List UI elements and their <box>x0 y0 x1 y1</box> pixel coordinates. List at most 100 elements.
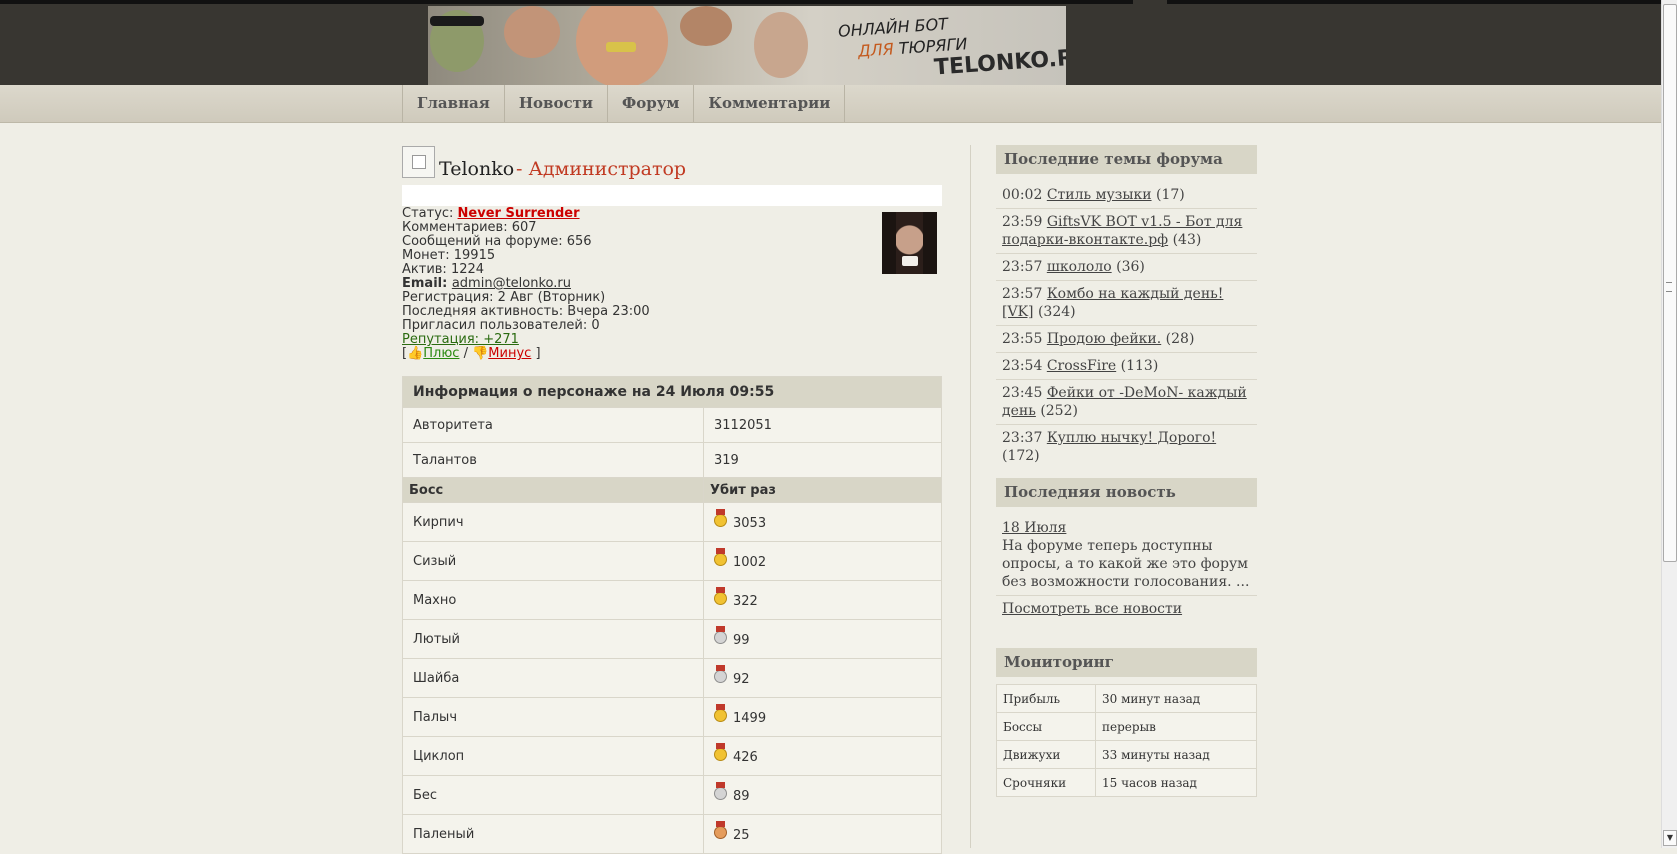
nav-comments[interactable]: Комментарии <box>693 85 846 122</box>
scrollbar-grip-icon <box>1666 282 1672 292</box>
topic-count: (43) <box>1172 232 1202 248</box>
top-border <box>0 0 1133 4</box>
site-banner[interactable]: ОНЛАЙН БОТ ДЛЯ ТЮРЯГИ TELONKO.RU <box>428 6 1066 85</box>
column-divider <box>970 145 971 848</box>
nav-forum[interactable]: Форум <box>607 85 693 122</box>
forum-topics-title: Последние темы форума <box>996 145 1257 174</box>
gold-medal-icon <box>714 742 727 761</box>
email-link[interactable]: admin@telonko.ru <box>452 276 571 291</box>
all-news-link[interactable]: Посмотреть все новости <box>1002 601 1182 617</box>
all-news: Посмотреть все новости <box>996 596 1257 622</box>
boss-name: Махно <box>402 580 704 620</box>
topic-link[interactable]: Куплю нычку! Дорого! <box>1047 430 1216 446</box>
boss-name: Циклоп <box>402 736 704 776</box>
monitoring-table: Прибыль 30 минут назад Боссы перерыв Движу… <box>996 684 1257 797</box>
news-date-link[interactable]: 18 Июля <box>1002 520 1066 536</box>
nav-home[interactable]: Главная <box>402 85 504 122</box>
table-row: Прибыль 30 минут назад <box>996 684 1257 713</box>
boss-name: Кирпич <box>402 502 704 542</box>
kill-count: 426 <box>733 749 758 765</box>
topic-time: 23:55 <box>1002 331 1043 347</box>
monitor-value: перерыв <box>1095 712 1257 741</box>
profile-comments: Комментариев: 607 <box>402 220 537 235</box>
topic-link[interactable]: Стиль музыки <box>1047 187 1152 203</box>
profile-username: Telonko <box>439 158 515 180</box>
topic-time: 23:59 <box>1002 214 1043 230</box>
profile-email: Email: admin@telonko.ru <box>402 277 650 291</box>
boss-name: Бес <box>402 775 704 815</box>
boss-name: Лютый <box>402 619 704 659</box>
latest-news: 18 Июля На форуме теперь доступны опросы… <box>996 516 1257 622</box>
topic-count: (324) <box>1037 304 1076 320</box>
table-row: Боссы перерыв <box>996 712 1257 741</box>
list-item: 00:02 Стиль музыки (17) <box>996 182 1257 209</box>
news-item: 18 Июля На форуме теперь доступны опросы… <box>996 516 1257 596</box>
stat-value: 319 <box>703 442 942 478</box>
list-item: 23:59 GiftsVK BOT v1.5 - Бот для подарки… <box>996 209 1257 254</box>
banner-slogan-accent: ДЛЯ <box>857 39 895 61</box>
forum-topics-list: 00:02 Стиль музыки (17) 23:59 GiftsVK BO… <box>996 182 1257 469</box>
nav-news[interactable]: Новости <box>503 85 607 122</box>
topic-time: 23:57 <box>1002 259 1043 275</box>
boss-name: Сизый <box>402 541 704 581</box>
table-row: Авторитета 3112051 <box>402 407 942 443</box>
boss-table-header: Босс Убит раз <box>402 477 942 503</box>
boss-kills: 1499 <box>703 697 942 737</box>
character-info-title: Информация о персонаже на 24 Июля 09:55 <box>402 376 942 408</box>
table-row: Талантов 319 <box>402 442 942 478</box>
kill-count: 1002 <box>733 554 767 570</box>
character-info-header: Информация о персонаже на 24 Июля 09:55 <box>402 376 942 408</box>
topic-time: 23:37 <box>1002 430 1043 446</box>
silver-medal-icon <box>714 625 727 644</box>
profile-status: Статус: Never Surrender <box>402 207 650 221</box>
gold-medal-icon <box>714 508 727 527</box>
status-label: Статус: <box>402 206 458 221</box>
kill-count: 92 <box>733 671 750 687</box>
monitor-label: Боссы <box>996 712 1096 741</box>
boss-kills: 92 <box>703 658 942 698</box>
vote-bracket-close: ] <box>531 346 541 361</box>
topic-count: (252) <box>1040 403 1078 419</box>
topic-link[interactable]: Продою фейки. <box>1047 331 1161 347</box>
broken-image-icon <box>412 155 426 169</box>
table-row: Палыч 1499 <box>402 697 942 737</box>
profile-role: - Администратор <box>516 158 687 180</box>
list-item: 23:45 Фейки от -DeMoN- каждый день (252) <box>996 380 1257 425</box>
kill-count: 1499 <box>733 710 767 726</box>
news-text: На форуме теперь доступны опросы, а то к… <box>1002 538 1250 590</box>
list-item: 23:55 Продою фейки. (28) <box>996 326 1257 353</box>
kill-count: 89 <box>733 788 750 804</box>
table-row: Сизый 1002 <box>402 541 942 581</box>
boss-kills: 1002 <box>703 541 942 581</box>
boss-kills: 426 <box>703 736 942 776</box>
profile-activity: Актив: 1224 <box>402 262 485 277</box>
reputation-link[interactable]: Репутация: +271 <box>402 332 519 347</box>
profile-coins: Монет: 19915 <box>402 248 496 263</box>
topic-count: (28) <box>1165 331 1195 347</box>
boss-name: Палыч <box>402 697 704 737</box>
user-avatar <box>402 146 435 178</box>
scroll-down-arrow-icon[interactable]: ▼ <box>1663 830 1677 846</box>
monitor-value: 15 часов назад <box>1095 768 1257 797</box>
profile-invited: Пригласил пользователей: 0 <box>402 318 600 333</box>
topic-count: (113) <box>1120 358 1159 374</box>
boss-column-header: Босс <box>402 477 704 503</box>
table-row: Срочняки 15 часов назад <box>996 768 1257 797</box>
vote-minus-link[interactable]: Минус <box>488 346 531 361</box>
thumb-up-icon: 👍 <box>407 346 424 361</box>
list-item: 23:54 CrossFire (113) <box>996 353 1257 380</box>
topic-time: 23:54 <box>1002 358 1043 374</box>
table-row: Шайба 92 <box>402 658 942 698</box>
banner-character-2 <box>504 6 560 58</box>
kill-count: 322 <box>733 593 758 609</box>
profile-reputation: Репутация: +271 <box>402 333 650 347</box>
vote-plus-link[interactable]: Плюс <box>423 346 459 361</box>
banner-character-4 <box>680 6 732 46</box>
table-row: Махно 322 <box>402 580 942 620</box>
silver-medal-icon <box>714 664 727 683</box>
status-value[interactable]: Never Surrender <box>458 206 580 221</box>
topic-link[interactable]: школоло <box>1047 259 1112 275</box>
photo-cup <box>902 256 918 266</box>
topic-link[interactable]: CrossFire <box>1047 358 1116 374</box>
table-row: Лютый 99 <box>402 619 942 659</box>
